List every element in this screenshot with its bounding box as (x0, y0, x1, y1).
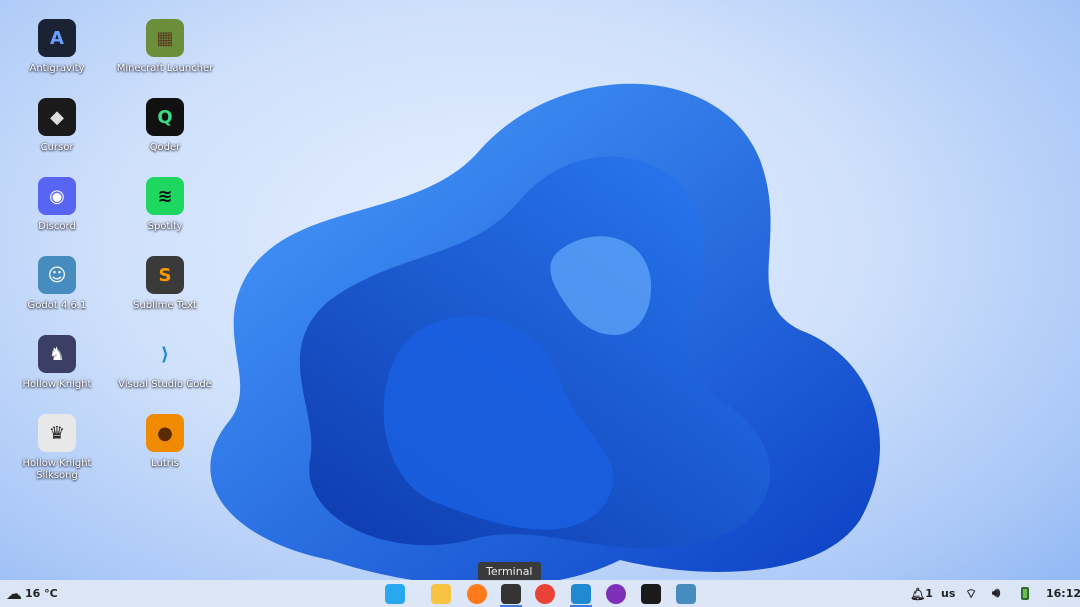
desktop-icon-discord[interactable]: ◉ Discord (7, 177, 107, 233)
taskbar-godot[interactable] (673, 582, 699, 605)
desktop-icon-label: Lutris (151, 458, 179, 469)
desktop-icon-label: Hollow Knight Silksong (22, 458, 92, 481)
notifications-button[interactable]: 🔔︎ 1 (910, 580, 933, 607)
godot-icon (676, 583, 696, 604)
cursor-icon (641, 583, 661, 604)
wifi-icon[interactable]: ⌔ (965, 580, 977, 607)
taskbar-vscode[interactable] (568, 582, 594, 607)
app-icon: ☺ (38, 256, 76, 294)
app-icon: ♛ (38, 414, 76, 452)
desktop-icon-godot-4-6-1[interactable]: ☺ Godot 4.6.1 (7, 256, 107, 312)
app-icon: ≋ (146, 177, 184, 215)
desktop-icon-label: Minecraft Launcher (116, 63, 214, 74)
desktop-icon-label: Antigravity (29, 63, 85, 74)
desktop-icon-label: Cursor (40, 142, 74, 153)
app-icon: ◆ (38, 98, 76, 136)
desktop-icon-label: Hollow Knight (22, 379, 92, 390)
desktop-icon-sublime-text[interactable]: S Sublime Text (115, 256, 215, 312)
desktop-icon-lutris[interactable]: ● Lutris (115, 414, 215, 470)
desktop-icon-visual-studio-code[interactable]: ⟩ Visual Studio Code (115, 335, 215, 391)
desktop-icon-qoder[interactable]: Q Qoder (115, 98, 215, 154)
desktop-icon-minecraft-launcher[interactable]: ▦ Minecraft Launcher (115, 19, 215, 75)
terminal-icon (501, 583, 521, 604)
taskbar-tor-browser[interactable] (603, 582, 629, 605)
taskbar-tooltip: Terminal (478, 562, 541, 581)
keyboard-layout[interactable]: us (941, 580, 955, 607)
desktop-icon-label: Godot 4.6.1 (27, 300, 87, 311)
taskbar-cursor[interactable] (638, 582, 664, 605)
desktop-icon-label: Qoder (149, 142, 181, 153)
app-icon: ◉ (38, 177, 76, 215)
app-icon: ⟩ (160, 343, 170, 365)
clock[interactable]: 16:12 (1046, 580, 1080, 607)
taskbar-files[interactable] (428, 582, 454, 605)
chrome-icon (535, 583, 555, 604)
files-icon (431, 583, 451, 604)
weather-cloud-sun-icon: ☁ (6, 584, 22, 603)
desktop-icon-label: Discord (38, 221, 76, 232)
desktop-icon-label: Spotify (147, 221, 183, 232)
app-icon: ▦ (146, 19, 184, 57)
desktop-icon-hollow-knight-silksong[interactable]: ♛ Hollow Knight Silksong (7, 414, 107, 482)
weather-temperature: 16 °C (25, 587, 58, 600)
desktop-icon-hollow-knight[interactable]: ♞ Hollow Knight (7, 335, 107, 391)
firefox-icon (467, 583, 487, 604)
app-icon: Q (146, 98, 184, 136)
taskbar-start-menu[interactable] (382, 582, 408, 605)
app-icon: ♞ (38, 335, 76, 373)
battery-icon[interactable] (1021, 580, 1029, 607)
desktop-icon-label: Sublime Text (133, 300, 197, 311)
app-icon: ● (146, 414, 184, 452)
bell-icon: 🔔︎ (910, 586, 926, 601)
taskbar-chrome[interactable] (532, 582, 558, 605)
taskbar: ☁ 16 °C 🔔︎ 1 us ⌔ 🔊︎ 16:12 (0, 580, 1080, 607)
start-menu-icon (385, 583, 405, 604)
taskbar-firefox[interactable] (464, 582, 490, 605)
tor-browser-icon (606, 583, 626, 604)
volume-icon[interactable]: 🔊︎ (992, 580, 1000, 607)
desktop-icon-spotify[interactable]: ≋ Spotify (115, 177, 215, 233)
desktop-icon-cursor[interactable]: ◆ Cursor (7, 98, 107, 154)
desktop-icon-antigravity[interactable]: A Antigravity (7, 19, 107, 75)
weather-widget[interactable]: ☁ 16 °C (6, 580, 58, 607)
notification-count: 1 (925, 587, 933, 600)
vscode-icon (571, 583, 591, 604)
desktop-icon-label: Visual Studio Code (118, 379, 212, 390)
app-icon: S (146, 256, 184, 294)
app-icon: A (38, 19, 76, 57)
taskbar-terminal[interactable] (498, 582, 524, 607)
